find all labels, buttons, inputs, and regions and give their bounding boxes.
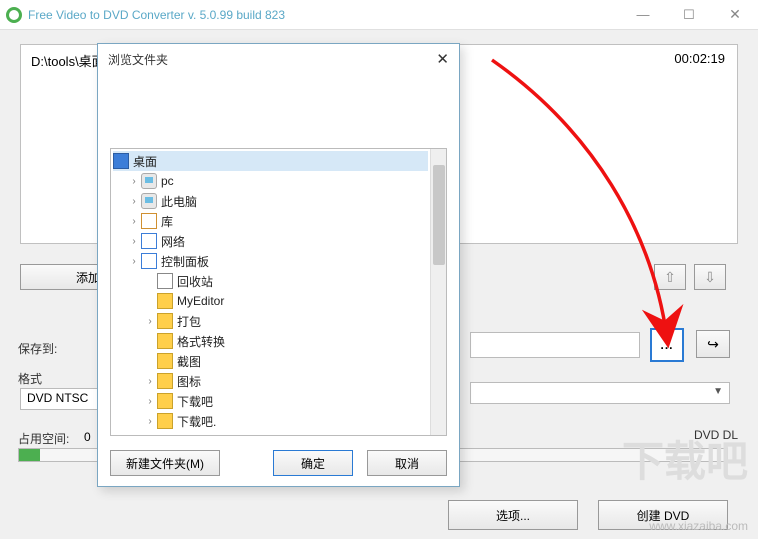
tree-label: 库 [161, 213, 173, 230]
folder-icon [157, 413, 173, 429]
folder-icon [141, 173, 157, 189]
folder-icon [141, 213, 157, 229]
tree-label: 桌面 [133, 153, 157, 170]
ok-button[interactable]: 确定 [273, 450, 353, 476]
folder-tree: 桌面›pc›此电脑›库›网络›控制面板回收站MyEditor›打包格式转换截图›… [110, 148, 447, 436]
save-path-input[interactable] [470, 332, 640, 358]
window-titlebar: Free Video to DVD Converter v. 5.0.99 bu… [0, 0, 758, 30]
tree-scrollbar[interactable] [430, 149, 446, 435]
expand-icon[interactable]: › [143, 396, 157, 407]
tree-item[interactable]: 格式转换 [113, 331, 428, 351]
folder-icon [141, 233, 157, 249]
file-duration: 00:02:19 [674, 51, 725, 66]
minimize-button[interactable]: — [620, 0, 666, 30]
move-down-button[interactable]: ⇩ [694, 264, 726, 290]
tree-label: 截图 [177, 353, 201, 370]
expand-icon[interactable]: › [143, 316, 157, 327]
space-label: 占用空间: [18, 430, 69, 447]
folder-icon [157, 273, 173, 289]
folder-tree-scroll[interactable]: 桌面›pc›此电脑›库›网络›控制面板回收站MyEditor›打包格式转换截图›… [111, 149, 430, 435]
expand-icon[interactable]: › [127, 176, 141, 187]
maximize-button[interactable]: ☐ [666, 0, 712, 30]
tree-label: 下载吧 [177, 393, 213, 410]
tree-item[interactable]: › 图标 [113, 371, 428, 391]
tree-label: 回收站 [177, 273, 213, 290]
dialog-close-icon[interactable]: ✕ [436, 50, 449, 68]
format-label: 格式 [18, 370, 42, 387]
app-icon [6, 7, 22, 23]
create-dvd-button[interactable]: 创建 DVD [598, 500, 728, 530]
tree-label: 打包 [177, 313, 201, 330]
tree-item[interactable]: › pc [113, 171, 428, 191]
folder-icon [157, 393, 173, 409]
tree-label: 格式转换 [177, 333, 225, 350]
format-select[interactable] [470, 382, 730, 404]
tree-item[interactable]: › 打包 [113, 311, 428, 331]
expand-icon[interactable]: › [127, 256, 141, 267]
desktop-icon [113, 153, 129, 169]
folder-icon [157, 293, 173, 309]
tree-label: 此电脑 [161, 193, 197, 210]
dialog-body: 桌面›pc›此电脑›库›网络›控制面板回收站MyEditor›打包格式转换截图›… [98, 74, 459, 440]
tree-label: 下载吧. [177, 413, 216, 430]
expand-icon[interactable]: › [127, 196, 141, 207]
scrollbar-thumb[interactable] [433, 165, 445, 265]
tree-item[interactable]: 回收站 [113, 271, 428, 291]
folder-icon [141, 193, 157, 209]
browse-folder-dialog: 浏览文件夹 ✕ 桌面›pc›此电脑›库›网络›控制面板回收站MyEditor›打… [97, 43, 460, 487]
tree-label: MyEditor [177, 294, 224, 308]
expand-icon[interactable]: › [143, 376, 157, 387]
tree-item[interactable]: › 此电脑 [113, 191, 428, 211]
expand-icon[interactable]: › [143, 416, 157, 427]
tree-item[interactable]: › 下载吧. [113, 411, 428, 431]
space-value: 0 [84, 430, 91, 444]
tree-label: pc [161, 174, 174, 188]
move-up-button[interactable]: ⇧ [654, 264, 686, 290]
folder-icon [157, 373, 173, 389]
dvd-dl-label: DVD DL [694, 428, 738, 442]
dialog-title: 浏览文件夹 [108, 51, 168, 68]
progress-fill [19, 449, 40, 461]
dialog-titlebar: 浏览文件夹 ✕ [98, 44, 459, 74]
new-folder-button[interactable]: 新建文件夹(M) [110, 450, 220, 476]
expand-icon[interactable]: › [127, 216, 141, 227]
format-value: DVD NTSC [20, 388, 100, 410]
save-to-label: 保存到: [18, 340, 57, 357]
tree-item[interactable]: 截图 [113, 351, 428, 371]
tree-label: 控制面板 [161, 253, 209, 270]
tree-item[interactable]: ›库 [113, 211, 428, 231]
close-button[interactable]: ✕ [712, 0, 758, 30]
tree-label: 网络 [161, 233, 185, 250]
tree-item[interactable]: › 控制面板 [113, 251, 428, 271]
tree-root-desktop[interactable]: 桌面 [113, 151, 428, 171]
browse-button[interactable]: ... [650, 328, 684, 362]
tree-item[interactable]: MyEditor [113, 291, 428, 311]
tree-item[interactable]: › 网络 [113, 231, 428, 251]
dialog-buttons: 新建文件夹(M) 确定 取消 [98, 440, 459, 486]
tree-label: 图标 [177, 373, 201, 390]
folder-icon [157, 313, 173, 329]
tree-item[interactable]: › 下载吧 [113, 391, 428, 411]
open-folder-button[interactable]: ↪ [696, 330, 730, 358]
folder-icon [157, 353, 173, 369]
folder-icon [141, 253, 157, 269]
window-title: Free Video to DVD Converter v. 5.0.99 bu… [28, 8, 620, 22]
cancel-button[interactable]: 取消 [367, 450, 447, 476]
folder-icon [157, 333, 173, 349]
options-button[interactable]: 选项... [448, 500, 578, 530]
expand-icon[interactable]: › [127, 236, 141, 247]
